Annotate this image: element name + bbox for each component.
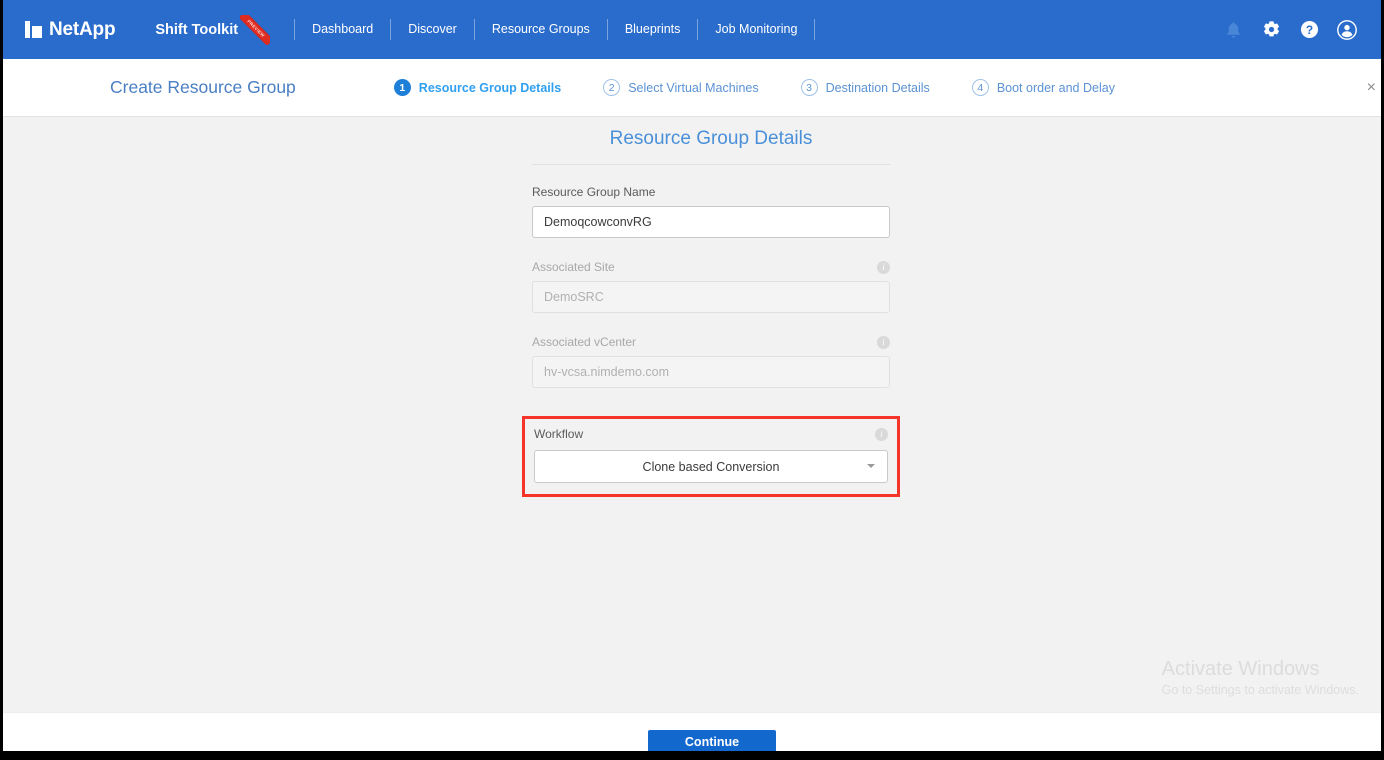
associated-vcenter-input: [532, 356, 890, 388]
info-icon[interactable]: i: [875, 427, 888, 441]
field-workflow-highlighted: Workflow i Clone based Conversion: [522, 416, 900, 497]
resource-group-details-form: Resource Group Details Resource Group Na…: [522, 128, 900, 519]
nav-link-job-monitoring[interactable]: Job Monitoring: [698, 0, 814, 59]
footer-bar: Continue: [3, 712, 1381, 751]
wizard-step-1-number: 1: [393, 79, 411, 96]
user-avatar-icon[interactable]: [1328, 11, 1366, 49]
wizard-step-4-number: 4: [971, 79, 989, 96]
bell-icon[interactable]: [1214, 11, 1252, 49]
nav-link-blueprints[interactable]: Blueprints: [608, 0, 698, 59]
product-title-label: Shift Toolkit: [155, 21, 239, 38]
netapp-brand-label: NetApp: [49, 18, 116, 40]
workflow-label: Workflow: [534, 427, 584, 441]
wizard-step-2-number: 2: [603, 79, 621, 96]
nav-divider: [814, 19, 816, 40]
info-icon[interactable]: i: [877, 335, 890, 349]
svg-text:?: ?: [1305, 23, 1312, 37]
associated-vcenter-label: Associated vCenter: [532, 335, 637, 349]
resource-group-name-label: Resource Group Name: [532, 185, 656, 199]
field-associated-vcenter: Associated vCenter i: [532, 335, 890, 388]
help-icon[interactable]: ?: [1290, 11, 1328, 49]
watermark-title: Activate Windows: [1161, 658, 1320, 680]
resource-group-name-input[interactable]: [532, 206, 890, 238]
info-icon[interactable]: i: [877, 260, 890, 274]
application-window: NetApp Shift Toolkit PREVIEW Dashboard D…: [0, 0, 1384, 760]
page-title: Create Resource Group: [110, 77, 296, 97]
field-label-row: Associated Site i: [532, 260, 890, 274]
field-label-row: Resource Group Name: [532, 185, 890, 199]
main-content: Resource Group Details Resource Group Na…: [3, 117, 1381, 712]
top-navigation-bar: NetApp Shift Toolkit PREVIEW Dashboard D…: [3, 0, 1381, 59]
chevron-down-icon: [867, 464, 875, 468]
associated-site-input: [532, 281, 890, 313]
workflow-select[interactable]: Clone based Conversion: [534, 450, 888, 483]
field-associated-site: Associated Site i: [532, 260, 890, 313]
field-resource-group-name: Resource Group Name: [532, 185, 890, 238]
nav-links: Dashboard Discover Resource Groups Bluep…: [294, 0, 816, 59]
wizard-step-4-label: Boot order and Delay: [996, 80, 1115, 95]
preview-ribbon-icon: PREVIEW: [240, 14, 271, 45]
field-label-row: Associated vCenter i: [532, 335, 890, 349]
preview-ribbon-label: PREVIEW: [246, 18, 266, 38]
wizard-step-3-number: 3: [800, 79, 818, 96]
wizard-step-2[interactable]: 2 Select Virtual Machines: [603, 79, 759, 96]
wizard-step-1[interactable]: 1 Resource Group Details: [393, 79, 562, 96]
product-title: Shift Toolkit PREVIEW: [155, 14, 271, 45]
watermark-subtitle: Go to Settings to activate Windows.: [1161, 683, 1359, 697]
netapp-logo[interactable]: NetApp: [25, 0, 116, 59]
netapp-logo-icon: [25, 21, 42, 38]
associated-site-label: Associated Site: [532, 260, 615, 274]
nav-link-resource-groups[interactable]: Resource Groups: [475, 0, 607, 59]
topnav-icon-group: ?: [1214, 11, 1366, 49]
wizard-step-3[interactable]: 3 Destination Details: [800, 79, 930, 96]
wizard-step-3-label: Destination Details: [825, 80, 930, 95]
wizard-steps: 1 Resource Group Details 2 Select Virtua…: [393, 79, 1157, 96]
continue-button[interactable]: Continue: [648, 730, 776, 751]
form-panel-title: Resource Group Details: [532, 128, 890, 165]
windows-activation-watermark: Activate Windows Go to Settings to activ…: [1162, 657, 1359, 699]
nav-link-discover[interactable]: Discover: [391, 0, 474, 59]
workflow-selected-value: Clone based Conversion: [642, 459, 780, 474]
wizard-step-4[interactable]: 4 Boot order and Delay: [971, 79, 1115, 96]
nav-link-dashboard[interactable]: Dashboard: [295, 0, 390, 59]
gear-icon[interactable]: [1252, 11, 1290, 49]
field-label-row: Workflow i: [534, 427, 888, 441]
wizard-step-1-label: Resource Group Details: [418, 80, 562, 95]
wizard-step-2-label: Select Virtual Machines: [628, 80, 759, 95]
wizard-header: Create Resource Group 1 Resource Group D…: [3, 59, 1381, 117]
close-icon[interactable]: ×: [1367, 80, 1376, 96]
